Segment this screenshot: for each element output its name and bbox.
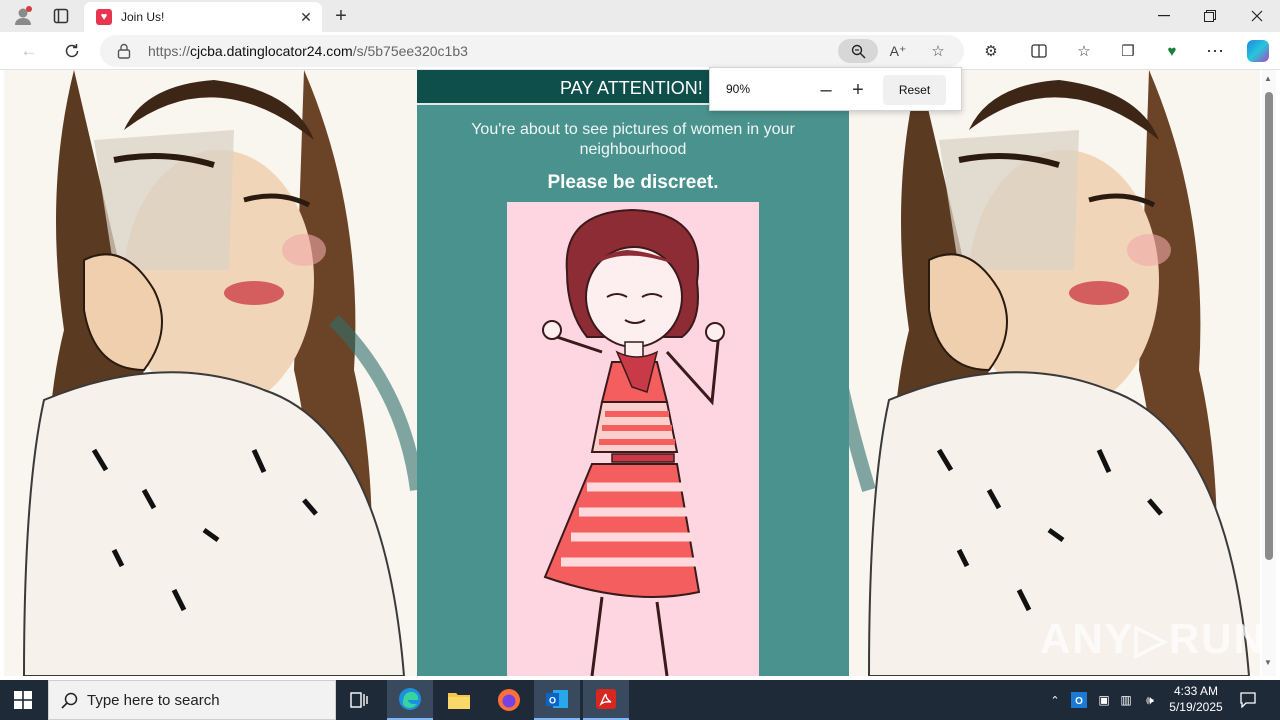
refresh-icon[interactable] bbox=[57, 36, 87, 66]
notifications-icon[interactable] bbox=[1236, 680, 1260, 720]
heart-icon: ♥ bbox=[96, 9, 112, 25]
lock-icon[interactable] bbox=[117, 43, 131, 59]
close-window-icon[interactable] bbox=[1234, 0, 1280, 32]
search-icon bbox=[61, 692, 78, 709]
task-view-icon[interactable] bbox=[336, 680, 382, 720]
tab-actions-icon[interactable] bbox=[46, 0, 76, 32]
search-placeholder: Type here to search bbox=[87, 691, 220, 709]
back-icon[interactable]: ← bbox=[14, 36, 44, 66]
taskbar-search-input[interactable]: Type here to search bbox=[48, 680, 336, 720]
scroll-up-icon[interactable]: ▲ bbox=[1264, 74, 1272, 83]
browser-essentials-icon[interactable]: ♥ bbox=[1158, 38, 1186, 64]
svg-text:O: O bbox=[549, 696, 556, 706]
minimize-icon[interactable] bbox=[1141, 0, 1187, 32]
show-hidden-icons-icon[interactable]: ⌃ bbox=[1046, 680, 1064, 720]
zoom-popup: 90% – + Reset bbox=[709, 67, 962, 111]
discreet-text: Please be discreet. bbox=[547, 172, 719, 193]
right-portrait-image: ANY▷RUN bbox=[849, 70, 1260, 676]
url-text[interactable]: https://cjcba.datinglocator24.com/s/5b75… bbox=[148, 43, 468, 59]
zoom-indicator-icon[interactable] bbox=[838, 39, 878, 63]
scrollbar-thumb[interactable] bbox=[1265, 92, 1273, 560]
tab-title: Join Us! bbox=[121, 10, 165, 24]
svg-text:O: O bbox=[1075, 696, 1083, 707]
close-tab-icon[interactable]: ✕ bbox=[296, 7, 316, 27]
extensions-icon[interactable]: ⚙ bbox=[977, 38, 1005, 64]
collections-icon[interactable]: ❒ bbox=[1114, 38, 1142, 64]
page-scrollbar[interactable]: ▲ ▼ bbox=[1262, 70, 1276, 676]
anyrun-watermark: ANY▷RUN bbox=[1040, 615, 1260, 662]
zoom-reset-button[interactable]: Reset bbox=[883, 75, 946, 105]
page-viewport: PAY ATTENTION! You're about to see pictu… bbox=[4, 70, 1260, 676]
firefox-icon[interactable] bbox=[486, 680, 532, 720]
browser-titlebar: ♥ Join Us! ✕ + bbox=[0, 0, 1280, 32]
volume-icon[interactable]: 🕪 bbox=[1140, 680, 1160, 720]
new-tab-icon[interactable]: + bbox=[330, 4, 352, 28]
windows-taskbar: Type here to search O ⌃ O ▣ ▥ 🕪 4:33 AM … bbox=[0, 680, 1280, 720]
outlook-icon[interactable]: O bbox=[534, 680, 580, 720]
settings-more-icon[interactable]: ⋯ bbox=[1201, 38, 1229, 64]
clock-date: 5/19/2025 bbox=[1169, 700, 1223, 714]
zoom-level: 90% bbox=[726, 82, 751, 96]
restore-icon[interactable] bbox=[1187, 0, 1233, 32]
scroll-down-icon[interactable]: ▼ bbox=[1264, 658, 1272, 667]
outlook-tray-icon[interactable]: O bbox=[1068, 680, 1090, 720]
edge-taskbar-icon[interactable] bbox=[387, 680, 433, 720]
split-screen-icon[interactable] bbox=[1025, 38, 1053, 64]
taskbar-clock[interactable]: 4:33 AM 5/19/2025 bbox=[1164, 683, 1228, 715]
profile-icon[interactable] bbox=[8, 0, 38, 32]
favorite-star-icon[interactable]: ☆ bbox=[924, 39, 952, 63]
tab-join-us[interactable]: ♥ Join Us! ✕ bbox=[84, 2, 322, 32]
intro-text: You're about to see pictures of women in… bbox=[471, 121, 795, 158]
header-text: PAY ATTENTION! bbox=[560, 78, 703, 98]
address-bar[interactable]: https://cjcba.datinglocator24.com/s/5b75… bbox=[100, 35, 964, 67]
zoom-out-icon[interactable]: – bbox=[813, 78, 839, 102]
clock-time: 4:33 AM bbox=[1173, 684, 1219, 698]
favorites-icon[interactable]: ☆ bbox=[1070, 38, 1098, 64]
browser-toolbar: ← https://cjcba.datinglocator24.com/s/5b… bbox=[0, 32, 1280, 70]
zoom-in-icon[interactable]: + bbox=[845, 78, 871, 102]
file-explorer-icon[interactable] bbox=[436, 680, 482, 720]
cartoon-girl-image[interactable] bbox=[507, 202, 759, 676]
start-windows-icon[interactable] bbox=[0, 680, 46, 720]
left-portrait-image bbox=[4, 70, 417, 676]
acrobat-icon[interactable] bbox=[583, 680, 629, 720]
copilot-icon[interactable] bbox=[1247, 40, 1269, 62]
center-panel: PAY ATTENTION! You're about to see pictu… bbox=[417, 70, 849, 676]
device-tray-icon[interactable]: ▣ bbox=[1094, 680, 1114, 720]
read-aloud-icon[interactable]: A⁺ bbox=[884, 39, 912, 63]
network-icon[interactable]: ▥ bbox=[1116, 680, 1136, 720]
